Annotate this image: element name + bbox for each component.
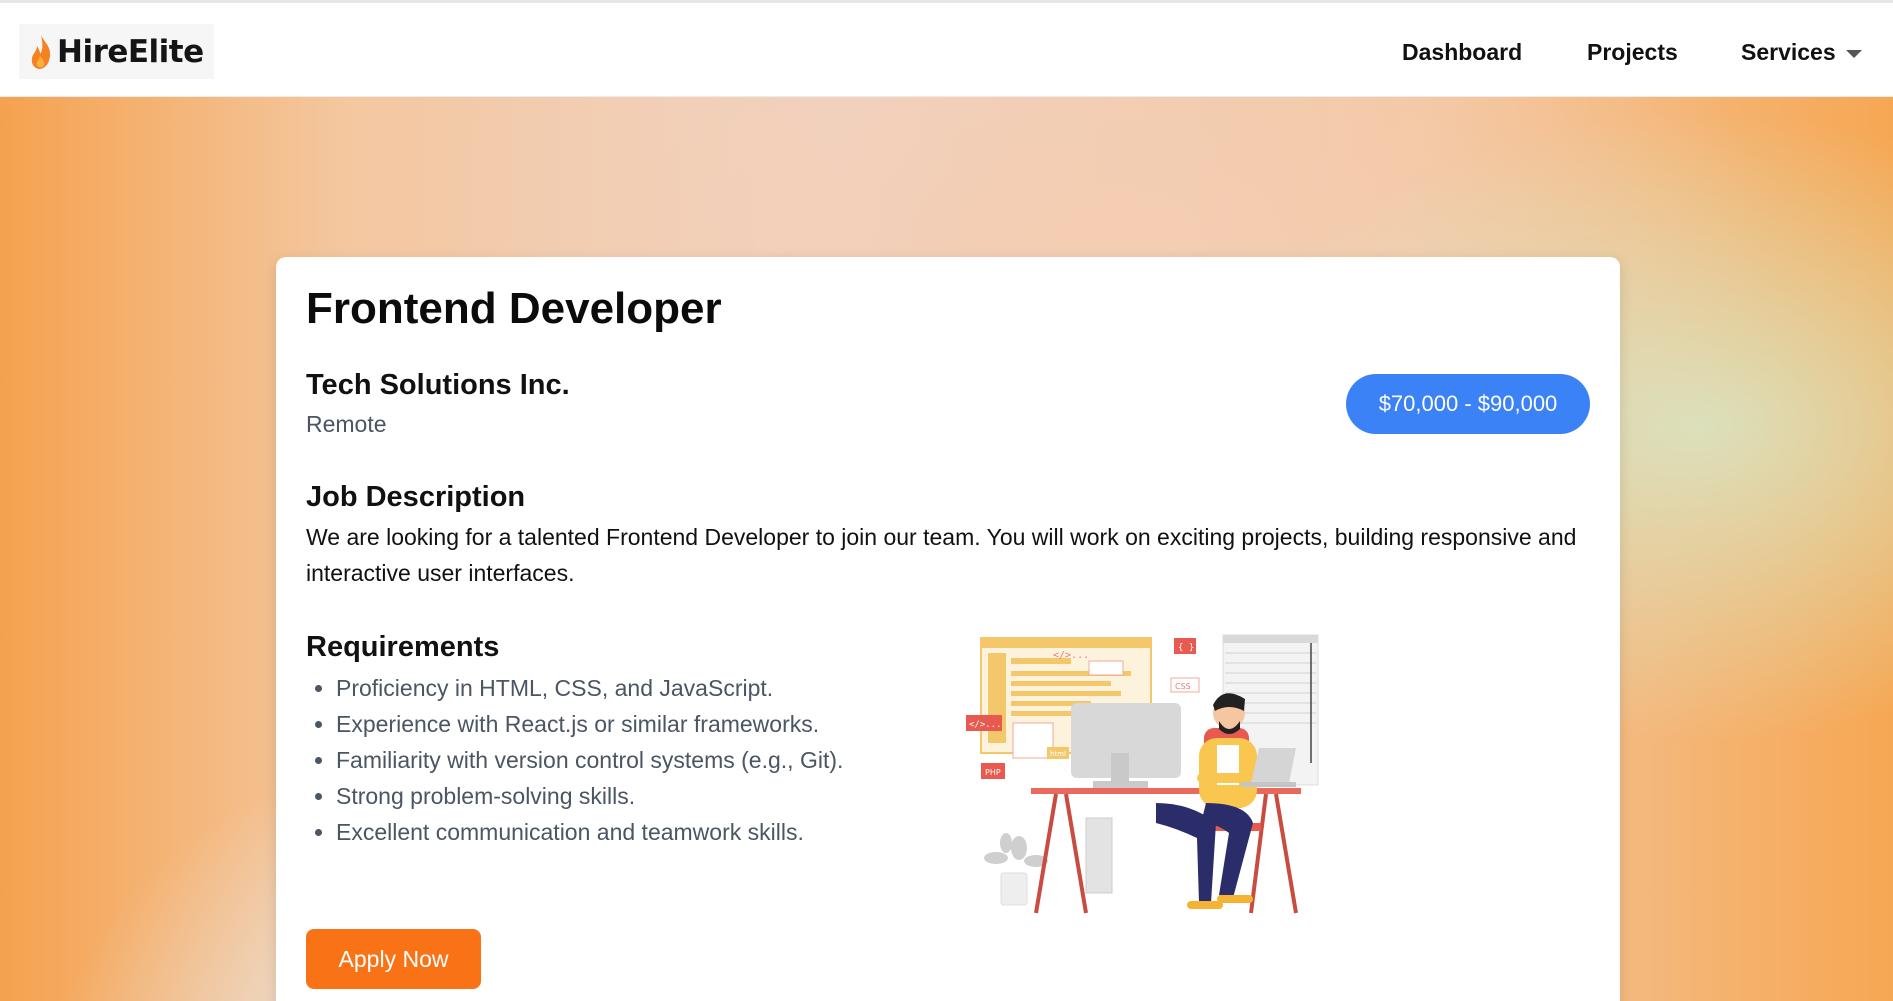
requirement-item: Familiarity with version control systems… — [306, 742, 843, 778]
nav-services-label: Services — [1741, 39, 1836, 65]
requirement-item: Proficiency in HTML, CSS, and JavaScript… — [306, 670, 843, 706]
css-badge: CSS — [1175, 682, 1191, 691]
php-badge: PHP — [985, 768, 1001, 777]
job-card: Frontend Developer Tech Solutions Inc. R… — [276, 257, 1620, 1001]
logo-text: HireElite — [57, 33, 204, 70]
requirement-item: Excellent communication and teamwork ski… — [306, 814, 843, 850]
page-background: Frontend Developer Tech Solutions Inc. R… — [0, 97, 1893, 1001]
job-description: We are looking for a talented Frontend D… — [306, 524, 1577, 586]
code-tag-badge: </>... — [969, 720, 1002, 730]
apply-now-button[interactable]: Apply Now — [306, 929, 481, 989]
salary-badge: $70,000 - $90,000 — [1346, 374, 1590, 434]
caret-down-icon — [1845, 49, 1862, 58]
html-badge: html — [1050, 750, 1066, 758]
nav-dashboard[interactable]: Dashboard — [1402, 39, 1522, 66]
requirements-list: Proficiency in HTML, CSS, and JavaScript… — [306, 670, 843, 850]
requirement-item: Experience with React.js or similar fram… — [306, 706, 843, 742]
nav-services-dropdown[interactable]: Services — [1741, 39, 1862, 66]
developer-illustration: </>... { } CSS </>... PHP html — [966, 634, 1319, 914]
top-navbar: HireElite Dashboard Projects Services — [0, 0, 1893, 97]
description-heading: Job Description — [306, 481, 526, 513]
job-title: Frontend Developer — [306, 284, 722, 333]
requirements-heading: Requirements — [306, 631, 500, 663]
job-location: Remote — [306, 411, 387, 437]
code-badge-label: </>... — [1053, 650, 1089, 661]
requirement-item: Strong problem-solving skills. — [306, 778, 843, 814]
flame-icon — [31, 34, 51, 69]
nav-projects[interactable]: Projects — [1587, 39, 1678, 66]
brand-logo[interactable]: HireElite — [19, 24, 214, 79]
braces-badge: { } — [1178, 643, 1194, 653]
company-name: Tech Solutions Inc. — [306, 369, 570, 401]
